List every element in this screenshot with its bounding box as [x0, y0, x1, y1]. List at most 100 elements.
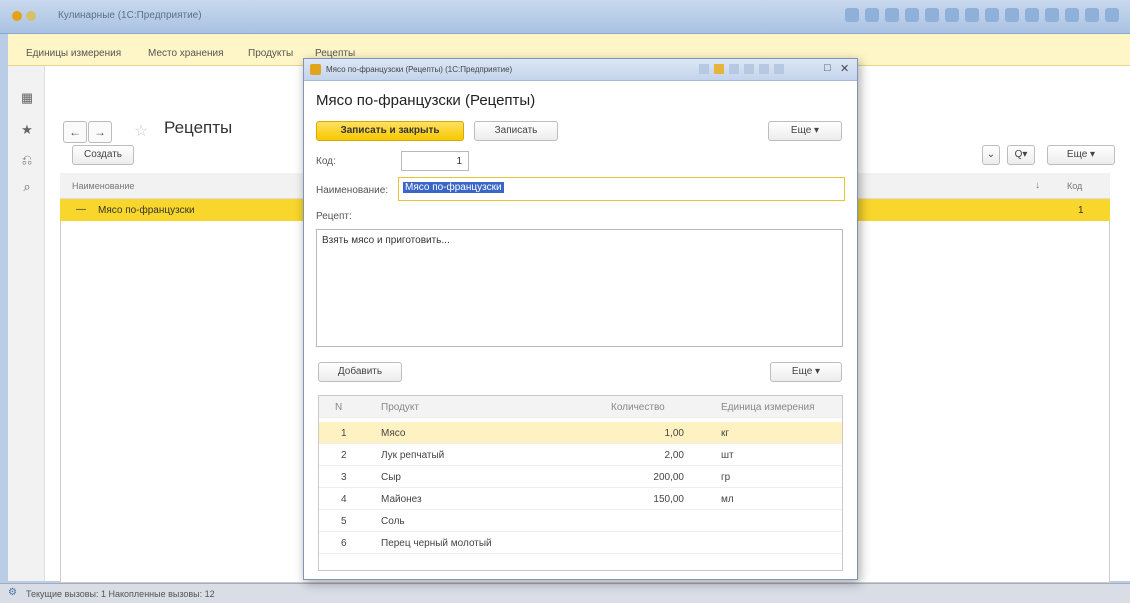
cell-n: 1	[341, 428, 347, 439]
favorites-icon[interactable]: ★	[19, 122, 35, 138]
cell-product: Майонез	[381, 494, 422, 505]
cell-unit: гр	[721, 472, 731, 483]
toolbar-icon[interactable]	[1005, 8, 1019, 22]
status-icon: ⚙	[8, 587, 17, 598]
header-unit[interactable]: Единица измерения	[721, 402, 815, 413]
toolbar-icon[interactable]	[945, 8, 959, 22]
header-qty[interactable]: Количество	[611, 402, 665, 413]
row-marker-icon: —	[76, 204, 86, 215]
cell-n: 2	[341, 450, 347, 461]
app-menu-icon[interactable]	[26, 11, 36, 21]
toolbar-icon[interactable]	[885, 8, 899, 22]
name-field[interactable]: Мясо по-французски	[398, 177, 845, 201]
create-button[interactable]: Создать	[72, 145, 134, 165]
table-row[interactable]: 6 Перец черный молотый	[319, 532, 842, 554]
more-label: Еще	[1066, 149, 1088, 160]
cell-qty: 1,00	[664, 428, 684, 439]
row-name-cell: Мясо по-французски	[98, 205, 195, 216]
dialog-more-label: Еще	[790, 125, 812, 136]
back-button[interactable]: ←	[63, 121, 87, 143]
cell-product: Лук репчатый	[381, 450, 445, 461]
recipe-textarea[interactable]: Взять мясо и приготовить...	[316, 229, 843, 347]
toolbar-icons	[845, 8, 1119, 24]
cell-unit: шт	[721, 450, 734, 461]
more-button[interactable]: Еще ▾	[1047, 145, 1115, 165]
code-field[interactable]: 1	[401, 151, 469, 171]
toolbar-icon[interactable]	[1085, 8, 1099, 22]
cell-product: Мясо	[381, 428, 406, 439]
menu-item-units[interactable]: Единицы измерения	[26, 48, 121, 59]
toolbar-icon[interactable]	[845, 8, 859, 22]
toolbar-icon[interactable]	[965, 8, 979, 22]
add-button[interactable]: Добавить	[318, 362, 402, 382]
table-more-label: Еще	[791, 366, 813, 377]
save-close-button[interactable]: Записать и закрыть	[316, 121, 464, 141]
dialog-heading: Мясо по-французски (Рецепты)	[316, 92, 536, 109]
tool-icon[interactable]	[699, 64, 709, 74]
toolbar-icon[interactable]	[1025, 8, 1039, 22]
dialog-more-button[interactable]: Еще ▾	[768, 121, 842, 141]
close-icon[interactable]: ✕	[840, 62, 849, 75]
tool-icon[interactable]	[729, 64, 739, 74]
window-titlebar: Кулинарные (1С:Предприятие)	[0, 0, 1130, 34]
window-title: Кулинарные (1С:Предприятие)	[58, 10, 202, 21]
status-text: Текущие вызовы: 1 Накопленные вызовы: 12	[26, 589, 215, 599]
table-row[interactable]: 2 Лук репчатый 2,00 шт	[319, 444, 842, 466]
menu-item-storage[interactable]: Место хранения	[148, 48, 224, 59]
header-product[interactable]: Продукт	[381, 402, 419, 413]
dialog-tools	[699, 64, 784, 74]
cell-n: 5	[341, 516, 347, 527]
maximize-icon[interactable]: □	[824, 62, 831, 74]
cell-qty: 2,00	[664, 450, 684, 461]
table-row[interactable]: 4 Майонез 150,00 мл	[319, 488, 842, 510]
tool-icon[interactable]	[759, 64, 769, 74]
toolbar-icon[interactable]	[985, 8, 999, 22]
dialog-window-title: Мясо по-французски (Рецепты) (1С:Предпри…	[326, 65, 513, 74]
app-logo-icon	[12, 11, 22, 21]
table-row[interactable]: 3 Сыр 200,00 гр	[319, 466, 842, 488]
status-bar: ⚙ Текущие вызовы: 1 Накопленные вызовы: …	[0, 583, 1130, 603]
save-button[interactable]: Записать	[474, 121, 558, 141]
cell-product: Перец черный молотый	[381, 538, 492, 549]
cell-unit: кг	[721, 428, 730, 439]
search-dropdown-icon[interactable]: ⌄	[982, 145, 1000, 165]
toolbar-icon[interactable]	[905, 8, 919, 22]
search-icon[interactable]: ⌕	[19, 179, 35, 195]
left-rail: ▦ ★ ⎌ ⌕	[8, 66, 45, 581]
column-header-name[interactable]: Наименование	[72, 181, 134, 191]
name-field-value: Мясо по-французски	[403, 182, 504, 193]
table-header-row: N Продукт Количество Единица измерения	[319, 396, 842, 418]
row-code-cell: 1	[1078, 205, 1084, 216]
dialog-titlebar: Мясо по-французски (Рецепты) (1С:Предпри…	[304, 59, 857, 81]
toolbar-icon[interactable]	[865, 8, 879, 22]
menu-item-products[interactable]: Продукты	[248, 48, 293, 59]
toolbar-icon[interactable]	[1045, 8, 1059, 22]
toolbar-icon[interactable]	[1065, 8, 1079, 22]
ingredients-table[interactable]: N Продукт Количество Единица измерения 1…	[318, 395, 843, 571]
tool-icon[interactable]	[714, 64, 724, 74]
cell-product: Соль	[381, 516, 405, 527]
table-row[interactable]: 1 Мясо 1,00 кг	[319, 422, 842, 444]
recipe-dialog: Мясо по-французски (Рецепты) (1С:Предпри…	[303, 58, 858, 580]
table-more-button[interactable]: Еще ▾	[770, 362, 842, 382]
code-label: Код:	[316, 156, 336, 167]
search-button[interactable]: Q▾	[1007, 145, 1035, 165]
grid-menu-icon[interactable]: ▦	[19, 90, 35, 106]
tool-icon[interactable]	[744, 64, 754, 74]
toolbar-icon[interactable]	[1105, 8, 1119, 22]
cell-n: 3	[341, 472, 347, 483]
tool-icon[interactable]	[774, 64, 784, 74]
recipe-label: Рецепт:	[316, 211, 352, 222]
cell-unit: мл	[721, 494, 734, 505]
column-header-code[interactable]: Код	[1067, 181, 1082, 191]
cell-qty: 150,00	[653, 494, 684, 505]
favorite-star-icon[interactable]: ☆	[134, 121, 148, 141]
forward-button[interactable]: →	[88, 121, 112, 143]
toolbar-icon[interactable]	[925, 8, 939, 22]
header-n[interactable]: N	[335, 402, 342, 413]
history-icon[interactable]: ⎌	[19, 152, 35, 168]
name-label: Наименование:	[316, 185, 389, 196]
cell-product: Сыр	[381, 472, 401, 483]
sort-icon[interactable]: ↓	[1035, 180, 1040, 191]
table-row[interactable]: 5 Соль	[319, 510, 842, 532]
